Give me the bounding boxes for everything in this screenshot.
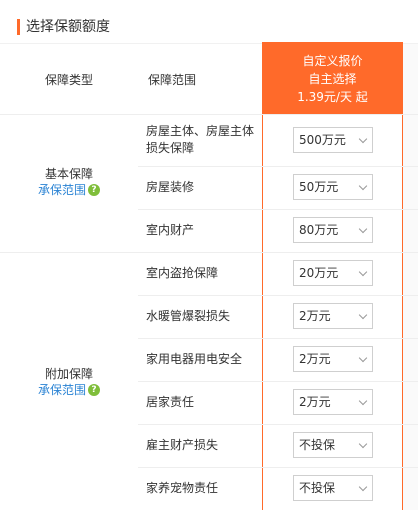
select-value: 不投保 — [299, 438, 336, 452]
select-value: 50万元 — [299, 180, 339, 194]
select-value: 2万元 — [299, 309, 331, 323]
coverage-label: 家养宠物责任 — [146, 481, 219, 495]
select-value: 80万元 — [299, 223, 339, 237]
chevron-down-icon — [358, 267, 368, 277]
chevron-down-icon — [358, 482, 368, 492]
select-value: 不投保 — [299, 481, 336, 495]
table-row: 房屋主体、房屋主体损失保障 — [138, 114, 418, 166]
chevron-down-icon — [358, 396, 368, 406]
coverage-scope-link-label: 承保范围 — [37, 383, 86, 397]
amount-select[interactable]: 2万元 — [293, 303, 373, 329]
table-row: 水暖管爆裂损失 — [138, 295, 418, 338]
table-row: 房屋装修 — [138, 166, 418, 209]
amount-select[interactable]: 80万元 — [293, 217, 373, 243]
amount-select[interactable]: 50万元 — [293, 174, 373, 200]
table-row: 家用电器用电安全 — [138, 338, 418, 381]
table-row: 家养宠物责任 — [138, 467, 418, 510]
table-row: 室内盗抢保障 — [138, 252, 418, 295]
coverage-label: 雇主财产损失 — [146, 438, 219, 452]
plan-subtitle: 自主选择 — [308, 72, 357, 86]
select-value: 20万元 — [299, 266, 339, 280]
table-row: 室内财产 — [138, 209, 418, 252]
coverage-scope-link[interactable]: 承保范围 ? — [38, 182, 100, 198]
select-value: 2万元 — [299, 395, 331, 409]
plan-title: 自定义报价 — [302, 54, 363, 68]
chevron-down-icon — [358, 181, 368, 191]
group-name: 基本保障 — [44, 167, 93, 181]
select-value: 2万元 — [299, 352, 331, 366]
header-accent-bar — [17, 19, 20, 35]
plan-price: 1.39元/天 起 — [297, 90, 368, 104]
amount-select[interactable]: 不投保 — [293, 475, 373, 501]
amount-select[interactable]: 2万元 — [293, 389, 373, 415]
coverage-scope-link-label: 承保范围 — [37, 183, 86, 197]
plan-header-custom-quote[interactable]: 自定义报价 自主选择 1.39元/天 起 — [262, 42, 403, 114]
group-name: 附加保障 — [44, 367, 93, 381]
chevron-down-icon — [358, 134, 368, 144]
chevron-down-icon — [358, 224, 368, 234]
group-basic: 基本保障 承保范围 ? — [0, 166, 138, 198]
help-icon[interactable]: ? — [88, 184, 100, 196]
column-header-type: 保障类型 — [44, 72, 93, 87]
coverage-label: 房屋装修 — [146, 180, 195, 194]
coverage-label: 家用电器用电安全 — [146, 352, 243, 366]
help-icon[interactable]: ? — [88, 384, 100, 396]
amount-select[interactable]: 2万元 — [293, 346, 373, 372]
column-header-range: 保障范围 — [148, 72, 197, 87]
coverage-label: 室内盗抢保障 — [146, 266, 219, 280]
coverage-scope-link[interactable]: 承保范围 ? — [38, 382, 100, 398]
table-row: 雇主财产损失 — [138, 424, 418, 467]
coverage-label: 室内财产 — [146, 223, 195, 237]
chevron-down-icon — [358, 439, 368, 449]
select-value: 500万元 — [299, 133, 346, 147]
group-additional: 附加保障 承保范围 ? — [0, 366, 138, 398]
coverage-label: 居家责任 — [146, 395, 195, 409]
chevron-down-icon — [358, 353, 368, 363]
amount-select[interactable]: 不投保 — [293, 432, 373, 458]
coverage-label: 水暖管爆裂损失 — [146, 309, 231, 323]
chevron-down-icon — [358, 310, 368, 320]
table-row: 居家责任 — [138, 381, 418, 424]
amount-select[interactable]: 500万元 — [293, 127, 373, 153]
amount-select[interactable]: 20万元 — [293, 260, 373, 286]
header: 选择保额额度 — [0, 0, 418, 44]
coverage-label: 房屋主体、房屋主体损失保障 — [146, 124, 255, 155]
page-title: 选择保额额度 — [26, 19, 110, 35]
